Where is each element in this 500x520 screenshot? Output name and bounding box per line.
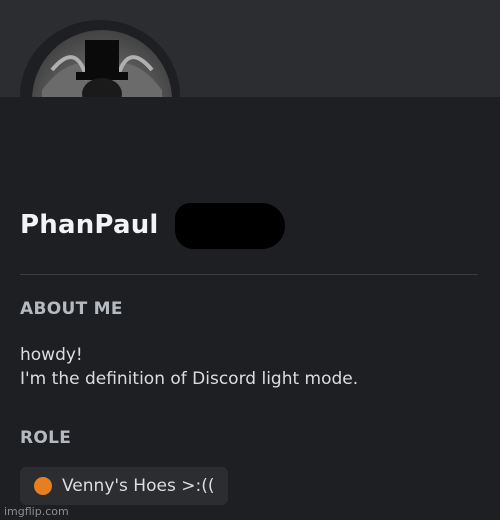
divider bbox=[20, 274, 478, 275]
role-chip[interactable]: Venny's Hoes >:(( bbox=[20, 467, 229, 505]
about-line: howdy! bbox=[20, 345, 83, 365]
redaction-mark bbox=[175, 203, 285, 249]
watermark: imgflip.com bbox=[4, 505, 69, 518]
username: PhanPaul bbox=[20, 210, 159, 240]
about-me-heading: ABOUT ME bbox=[20, 299, 123, 319]
role-color-dot-icon bbox=[34, 477, 52, 495]
about-me-text: howdy! I'm the definition of Discord lig… bbox=[20, 343, 358, 391]
role-heading: ROLE bbox=[20, 428, 72, 448]
about-line: I'm the definition of Discord light mode… bbox=[20, 369, 359, 389]
role-name: Venny's Hoes >:(( bbox=[62, 476, 215, 496]
